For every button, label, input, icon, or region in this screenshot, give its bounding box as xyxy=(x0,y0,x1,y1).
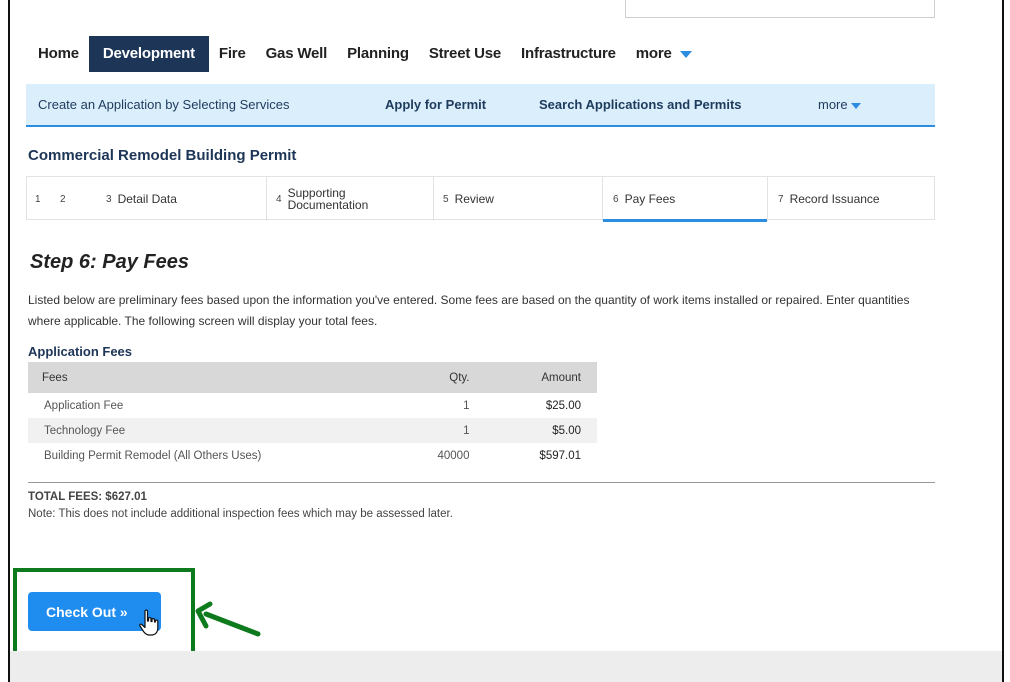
nav-fire[interactable]: Fire xyxy=(209,36,256,72)
fees-note: Note: This does not include additional i… xyxy=(28,508,453,520)
nav-planning[interactable]: Planning xyxy=(337,36,419,72)
fee-amount: $597.01 xyxy=(539,449,581,462)
fees-table: Fees Qty. Amount Application Fee 1 $25.0… xyxy=(28,362,597,468)
step-4[interactable]: 4 Supporting Documentation xyxy=(276,177,368,221)
nav-more-label: more xyxy=(635,45,672,62)
total-fees: TOTAL FEES: $627.01 xyxy=(28,491,147,503)
nav-more[interactable]: more xyxy=(626,36,702,72)
step-divider xyxy=(266,177,267,221)
step-label: Record Issuance xyxy=(789,192,880,206)
subnav-create-application[interactable]: Create an Application by Selecting Servi… xyxy=(38,97,289,112)
hand-cursor-icon xyxy=(139,609,159,636)
global-search-input[interactable] xyxy=(625,0,935,18)
header-qty: Qty. xyxy=(449,371,470,384)
fee-qty: 1 xyxy=(463,424,470,437)
fee-qty: 1 xyxy=(463,399,470,412)
step-number: 2 xyxy=(60,193,66,205)
step-1[interactable]: 1 xyxy=(35,177,47,221)
chevron-down-icon xyxy=(679,50,692,58)
checkout-button-label: Check Out » xyxy=(46,603,128,620)
step-number: 3 xyxy=(106,193,112,205)
nav-gas-well[interactable]: Gas Well xyxy=(256,36,337,72)
footer-bar xyxy=(10,651,1002,682)
page-title: Commercial Remodel Building Permit xyxy=(28,147,297,164)
step-5[interactable]: 5 Review xyxy=(443,177,494,221)
step-label-line-2: Documentation xyxy=(287,198,369,212)
subnav-search-applications[interactable]: Search Applications and Permits xyxy=(539,97,742,112)
step-divider xyxy=(433,177,434,221)
nav-street-use[interactable]: Street Use xyxy=(419,36,511,72)
divider xyxy=(28,482,935,483)
header-amount: Amount xyxy=(541,371,581,384)
step-number: 6 xyxy=(613,193,619,205)
fees-section-title: Application Fees xyxy=(28,344,133,359)
nav-infrastructure[interactable]: Infrastructure xyxy=(511,36,626,72)
fee-name: Technology Fee xyxy=(44,424,126,437)
step-3[interactable]: 3 Detail Data xyxy=(106,177,177,221)
fee-amount: $25.00 xyxy=(545,399,581,412)
table-row: Application Fee 1 $25.00 xyxy=(28,393,597,418)
step-divider xyxy=(767,177,768,221)
step-2[interactable]: 2 xyxy=(60,177,72,221)
step-label: Detail Data xyxy=(117,192,177,206)
step-6-active[interactable]: 6 Pay Fees xyxy=(603,177,767,222)
step-number: 5 xyxy=(443,193,449,205)
step-label: Supporting Documentation xyxy=(288,187,369,211)
subnav-apply-for-permit[interactable]: Apply for Permit xyxy=(385,97,486,112)
table-row: Building Permit Remodel (All Others Uses… xyxy=(28,443,597,468)
step-label: Review xyxy=(454,192,494,206)
fee-qty: 40000 xyxy=(437,449,470,462)
intro-text: Listed below are preliminary fees based … xyxy=(28,293,910,328)
step-label: Pay Fees xyxy=(624,192,676,206)
nav-development[interactable]: Development xyxy=(88,36,209,72)
step-number: 4 xyxy=(276,193,282,205)
main-nav: Home Development Fire Gas Well Planning … xyxy=(28,36,702,72)
table-row: Technology Fee 1 $5.00 xyxy=(28,418,597,443)
header-fees: Fees xyxy=(42,371,68,384)
table-header-row: Fees Qty. Amount xyxy=(28,362,597,393)
sub-nav: Create an Application by Selecting Servi… xyxy=(26,84,935,127)
arrow-left-icon xyxy=(195,601,261,637)
nav-home[interactable]: Home xyxy=(28,36,89,72)
step-number: 7 xyxy=(778,193,784,205)
fee-amount: $5.00 xyxy=(552,424,581,437)
subnav-more-label: more xyxy=(818,97,848,112)
fee-name: Application Fee xyxy=(44,399,124,412)
chevron-down-icon xyxy=(850,102,861,109)
step-7[interactable]: 7 Record Issuance xyxy=(778,177,880,221)
step-heading: Step 6: Pay Fees xyxy=(30,251,189,273)
fee-name: Building Permit Remodel (All Others Uses… xyxy=(44,449,262,462)
step-number: 1 xyxy=(35,193,41,205)
subnav-more[interactable]: more xyxy=(818,97,861,112)
step-progress-bar: 1 2 3 Detail Data 4 Supporting Documenta… xyxy=(26,176,935,222)
